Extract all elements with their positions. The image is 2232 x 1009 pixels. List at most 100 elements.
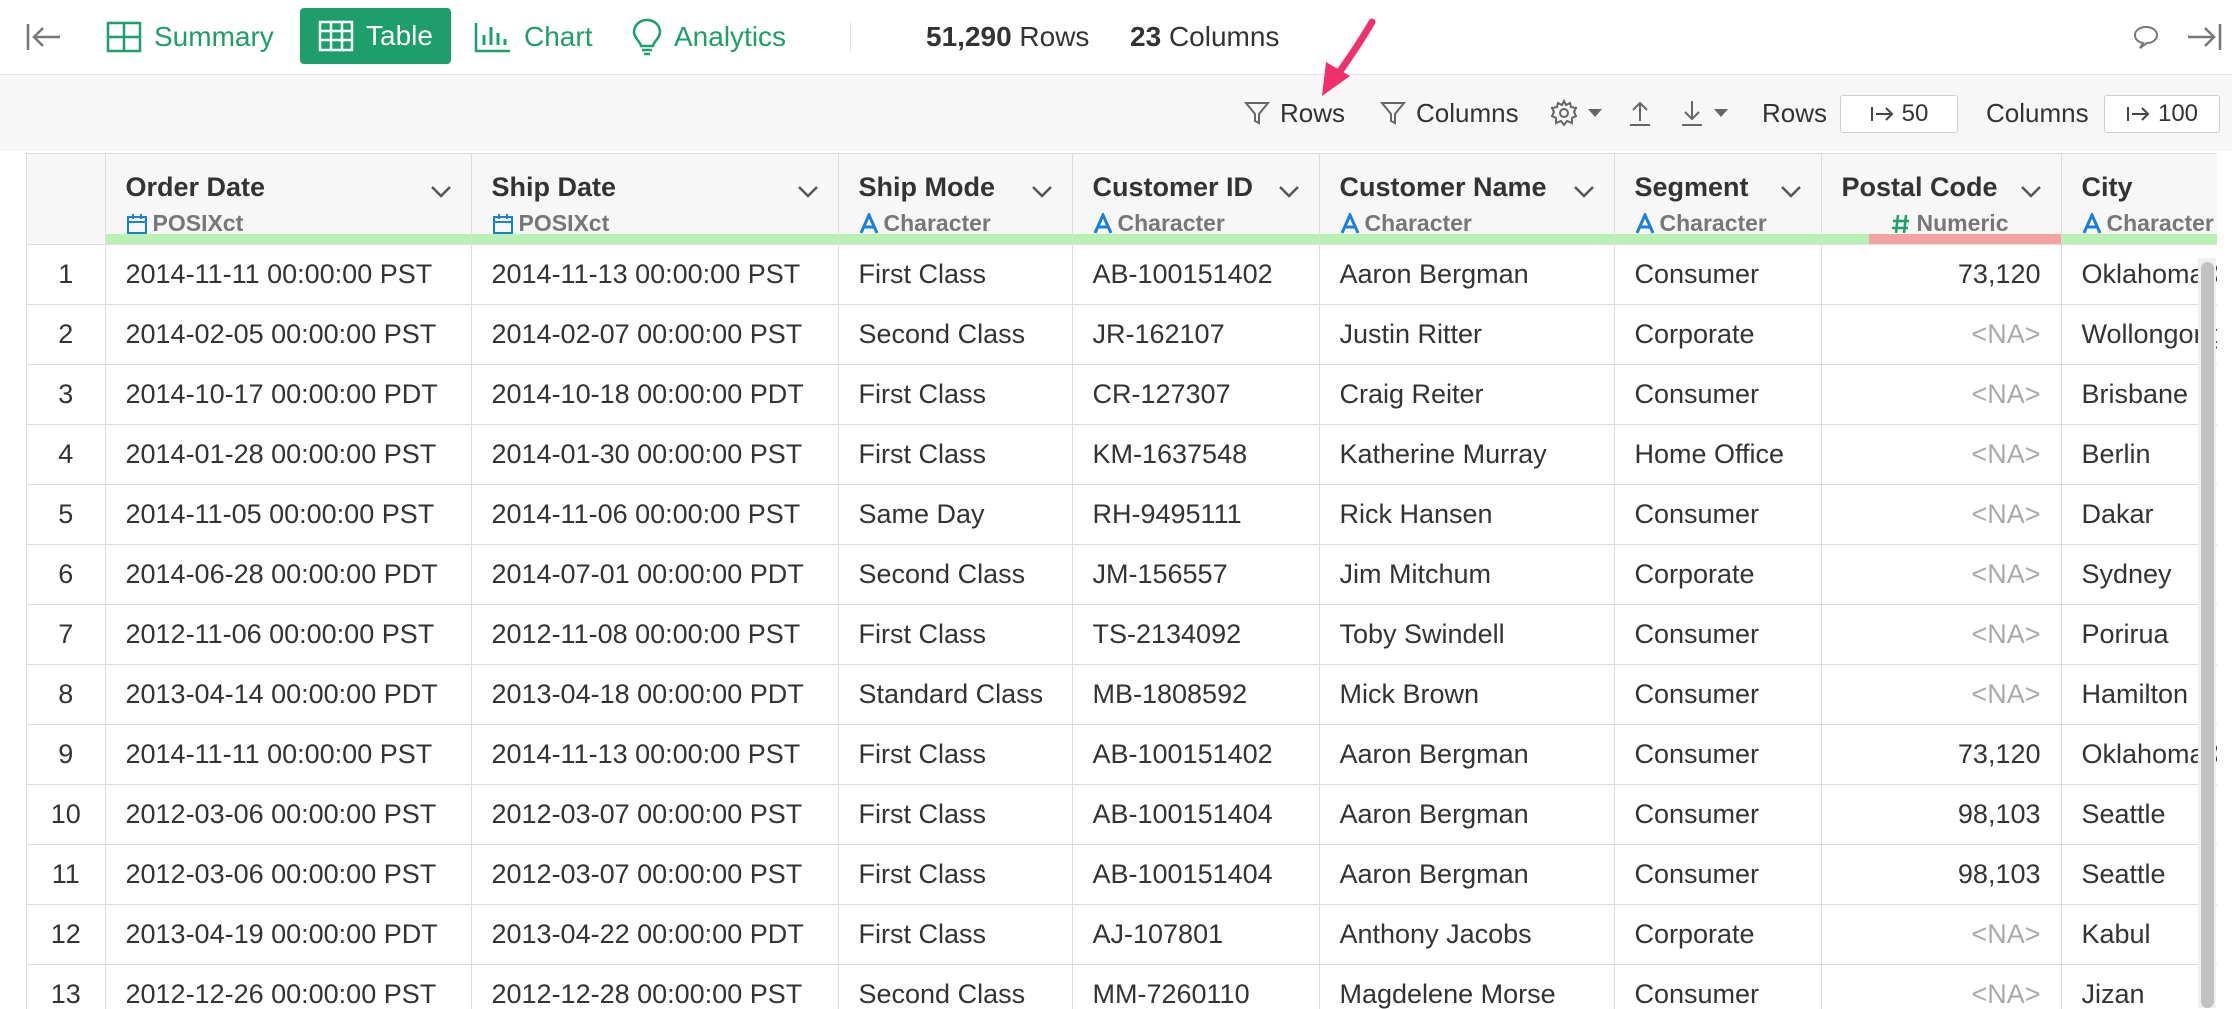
cell-ship-date[interactable]: 2012-11-08 00:00:00 PST bbox=[471, 605, 838, 665]
cell-ship-date[interactable]: 2012-03-07 00:00:00 PST bbox=[471, 845, 838, 905]
cell-segment[interactable]: Consumer bbox=[1614, 245, 1821, 305]
cell-customer-id[interactable]: TS-2134092 bbox=[1072, 605, 1319, 665]
tab-summary[interactable]: Summary bbox=[106, 0, 274, 74]
cell-customer-name[interactable]: Toby Swindell bbox=[1319, 605, 1614, 665]
row-index[interactable]: 4 bbox=[27, 425, 105, 485]
cell-customer-id[interactable]: AB-100151402 bbox=[1072, 725, 1319, 785]
cell-segment[interactable]: Consumer bbox=[1614, 965, 1821, 1009]
cell-segment[interactable]: Corporate bbox=[1614, 545, 1821, 605]
cell-city[interactable]: Oklahoma City bbox=[2061, 725, 2217, 785]
row-index[interactable]: 5 bbox=[27, 485, 105, 545]
cell-city[interactable]: Berlin bbox=[2061, 425, 2217, 485]
cell-ship-date[interactable]: 2012-12-28 00:00:00 PST bbox=[471, 965, 838, 1009]
cell-order-date[interactable]: 2012-12-26 00:00:00 PST bbox=[105, 965, 471, 1009]
column-header-ship-date[interactable]: Ship Date POSIXct bbox=[471, 154, 838, 245]
chevron-down-icon[interactable] bbox=[1277, 184, 1301, 200]
cell-ship-date[interactable]: 2014-11-06 00:00:00 PST bbox=[471, 485, 838, 545]
table-row[interactable]: 122013-04-19 00:00:00 PDT2013-04-22 00:0… bbox=[27, 905, 2217, 965]
cell-ship-date[interactable]: 2014-11-13 00:00:00 PST bbox=[471, 245, 838, 305]
cell-customer-name[interactable]: Rick Hansen bbox=[1319, 485, 1614, 545]
cell-order-date[interactable]: 2014-02-05 00:00:00 PST bbox=[105, 305, 471, 365]
chevron-down-icon[interactable] bbox=[1779, 184, 1803, 200]
cell-ship-mode[interactable]: First Class bbox=[838, 785, 1072, 845]
row-index[interactable]: 10 bbox=[27, 785, 105, 845]
chevron-down-icon[interactable] bbox=[1030, 184, 1054, 200]
cell-postal-code[interactable]: <NA> bbox=[1821, 305, 2061, 365]
cell-customer-id[interactable]: KM-1637548 bbox=[1072, 425, 1319, 485]
cell-customer-name[interactable]: Anthony Jacobs bbox=[1319, 905, 1614, 965]
row-index[interactable]: 1 bbox=[27, 245, 105, 305]
table-row[interactable]: 72012-11-06 00:00:00 PST2012-11-08 00:00… bbox=[27, 605, 2217, 665]
cell-customer-id[interactable]: JM-156557 bbox=[1072, 545, 1319, 605]
cell-customer-id[interactable]: AJ-107801 bbox=[1072, 905, 1319, 965]
cell-ship-mode[interactable]: First Class bbox=[838, 845, 1072, 905]
cell-postal-code[interactable]: <NA> bbox=[1821, 665, 2061, 725]
cell-postal-code[interactable]: 73,120 bbox=[1821, 245, 2061, 305]
upload-button[interactable] bbox=[1628, 75, 1662, 151]
cell-order-date[interactable]: 2014-11-11 00:00:00 PST bbox=[105, 725, 471, 785]
column-header-customer-id[interactable]: Customer ID Character bbox=[1072, 154, 1319, 245]
cell-postal-code[interactable]: <NA> bbox=[1821, 965, 2061, 1009]
cell-postal-code[interactable]: <NA> bbox=[1821, 485, 2061, 545]
cell-segment[interactable]: Consumer bbox=[1614, 845, 1821, 905]
cell-customer-id[interactable]: AB-100151402 bbox=[1072, 245, 1319, 305]
chevron-down-icon[interactable] bbox=[796, 184, 820, 200]
tab-analytics[interactable]: Analytics bbox=[632, 0, 786, 74]
table-row[interactable]: 12014-11-11 00:00:00 PST2014-11-13 00:00… bbox=[27, 245, 2217, 305]
cell-segment[interactable]: Consumer bbox=[1614, 485, 1821, 545]
cell-segment[interactable]: Home Office bbox=[1614, 425, 1821, 485]
cell-customer-name[interactable]: Aaron Bergman bbox=[1319, 245, 1614, 305]
table-row[interactable]: 112012-03-06 00:00:00 PST2012-03-07 00:0… bbox=[27, 845, 2217, 905]
cell-ship-mode[interactable]: First Class bbox=[838, 425, 1072, 485]
cell-postal-code[interactable]: <NA> bbox=[1821, 545, 2061, 605]
table-row[interactable]: 62014-06-28 00:00:00 PDT2014-07-01 00:00… bbox=[27, 545, 2217, 605]
cell-city[interactable]: Hamilton bbox=[2061, 665, 2217, 725]
cell-customer-id[interactable]: MM-7260110 bbox=[1072, 965, 1319, 1009]
cell-city[interactable]: Kabul bbox=[2061, 905, 2217, 965]
cell-customer-name[interactable]: Craig Reiter bbox=[1319, 365, 1614, 425]
tab-chart[interactable]: Chart bbox=[474, 0, 592, 74]
table-row[interactable]: 22014-02-05 00:00:00 PST2014-02-07 00:00… bbox=[27, 305, 2217, 365]
row-index[interactable]: 2 bbox=[27, 305, 105, 365]
cell-postal-code[interactable]: <NA> bbox=[1821, 365, 2061, 425]
cell-ship-mode[interactable]: Standard Class bbox=[838, 665, 1072, 725]
table-row[interactable]: 82013-04-14 00:00:00 PDT2013-04-18 00:00… bbox=[27, 665, 2217, 725]
row-index[interactable]: 3 bbox=[27, 365, 105, 425]
cell-customer-id[interactable]: AB-100151404 bbox=[1072, 785, 1319, 845]
cell-city[interactable]: Seattle bbox=[2061, 845, 2217, 905]
cell-city[interactable]: Oklahoma City bbox=[2061, 245, 2217, 305]
column-header-order-date[interactable]: Order Date POSIXct bbox=[105, 154, 471, 245]
cell-order-date[interactable]: 2012-03-06 00:00:00 PST bbox=[105, 785, 471, 845]
cell-city[interactable]: Dakar bbox=[2061, 485, 2217, 545]
cell-segment[interactable]: Consumer bbox=[1614, 665, 1821, 725]
cell-customer-id[interactable]: CR-127307 bbox=[1072, 365, 1319, 425]
cell-order-date[interactable]: 2013-04-19 00:00:00 PDT bbox=[105, 905, 471, 965]
cell-ship-mode[interactable]: Second Class bbox=[838, 965, 1072, 1009]
cell-order-date[interactable]: 2013-04-14 00:00:00 PDT bbox=[105, 665, 471, 725]
cell-customer-name[interactable]: Aaron Bergman bbox=[1319, 785, 1614, 845]
tab-table[interactable]: Table bbox=[300, 8, 451, 64]
cell-order-date[interactable]: 2014-10-17 00:00:00 PDT bbox=[105, 365, 471, 425]
row-index[interactable]: 13 bbox=[27, 965, 105, 1009]
cell-ship-mode[interactable]: First Class bbox=[838, 725, 1072, 785]
download-dropdown[interactable] bbox=[1680, 75, 1738, 151]
column-header-customer-name[interactable]: Customer Name Character bbox=[1319, 154, 1614, 245]
cell-postal-code[interactable]: 98,103 bbox=[1821, 785, 2061, 845]
cell-ship-date[interactable]: 2014-02-07 00:00:00 PST bbox=[471, 305, 838, 365]
cell-customer-name[interactable]: Aaron Bergman bbox=[1319, 845, 1614, 905]
cell-ship-date[interactable]: 2012-03-07 00:00:00 PST bbox=[471, 785, 838, 845]
row-index[interactable]: 8 bbox=[27, 665, 105, 725]
row-index[interactable]: 12 bbox=[27, 905, 105, 965]
cell-order-date[interactable]: 2014-06-28 00:00:00 PDT bbox=[105, 545, 471, 605]
chevron-down-icon[interactable] bbox=[1572, 184, 1596, 200]
cell-city[interactable]: Wollongong bbox=[2061, 305, 2217, 365]
filter-columns-button[interactable]: Columns bbox=[1380, 75, 1519, 151]
table-row[interactable]: 102012-03-06 00:00:00 PST2012-03-07 00:0… bbox=[27, 785, 2217, 845]
row-index[interactable]: 9 bbox=[27, 725, 105, 785]
cell-order-date[interactable]: 2012-11-06 00:00:00 PST bbox=[105, 605, 471, 665]
cell-ship-mode[interactable]: First Class bbox=[838, 245, 1072, 305]
cell-ship-date[interactable]: 2014-01-30 00:00:00 PST bbox=[471, 425, 838, 485]
cell-ship-date[interactable]: 2014-11-13 00:00:00 PST bbox=[471, 725, 838, 785]
cell-postal-code[interactable]: 98,103 bbox=[1821, 845, 2061, 905]
cell-customer-id[interactable]: AB-100151404 bbox=[1072, 845, 1319, 905]
